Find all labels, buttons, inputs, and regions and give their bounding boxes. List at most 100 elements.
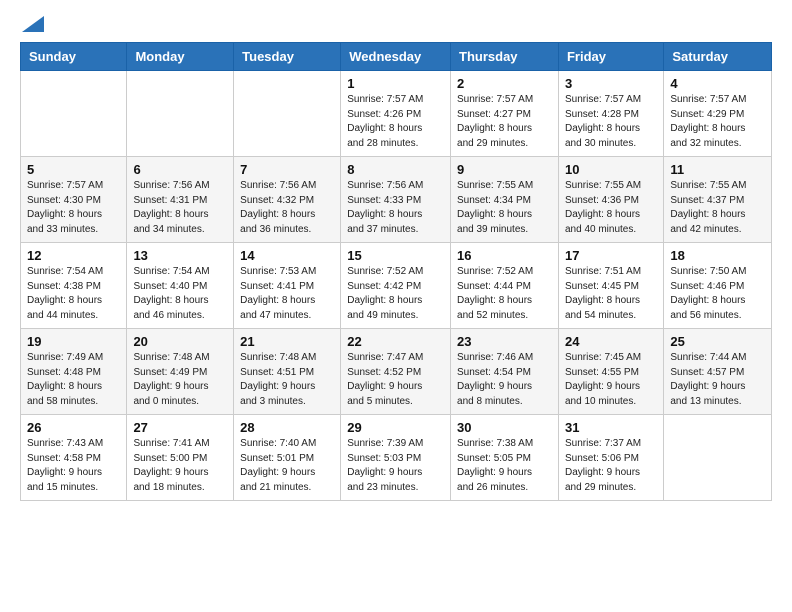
- day-number: 23: [457, 334, 552, 349]
- calendar-cell: 10 Sunrise: 7:55 AM Sunset: 4:36 PM Dayli…: [558, 157, 663, 243]
- day-number: 17: [565, 248, 657, 263]
- day-number: 15: [347, 248, 444, 263]
- day-info: Sunrise: 7:56 AM Sunset: 4:33 PM Dayligh…: [347, 179, 444, 237]
- day-number: 31: [565, 420, 657, 435]
- day-info: Sunrise: 7:50 AM Sunset: 4:46 PM Dayligh…: [670, 265, 765, 323]
- day-number: 4: [670, 76, 765, 91]
- day-info: Sunrise: 7:49 AM Sunset: 4:48 PM Dayligh…: [27, 351, 120, 409]
- day-info: Sunrise: 7:55 AM Sunset: 4:36 PM Dayligh…: [565, 179, 657, 237]
- calendar-cell: 13 Sunrise: 7:54 AM Sunset: 4:40 PM Dayli…: [127, 243, 234, 329]
- day-info: Sunrise: 7:39 AM Sunset: 5:03 PM Dayligh…: [347, 437, 444, 495]
- day-info: Sunrise: 7:57 AM Sunset: 4:29 PM Dayligh…: [670, 93, 765, 151]
- calendar-cell: 27 Sunrise: 7:41 AM Sunset: 5:00 PM Dayli…: [127, 415, 234, 501]
- day-number: 26: [27, 420, 120, 435]
- day-number: 19: [27, 334, 120, 349]
- calendar-cell: 31 Sunrise: 7:37 AM Sunset: 5:06 PM Dayli…: [558, 415, 663, 501]
- day-info: Sunrise: 7:45 AM Sunset: 4:55 PM Dayligh…: [565, 351, 657, 409]
- calendar-cell: 19 Sunrise: 7:49 AM Sunset: 4:48 PM Dayli…: [21, 329, 127, 415]
- day-number: 1: [347, 76, 444, 91]
- calendar-cell: [234, 71, 341, 157]
- day-number: 21: [240, 334, 334, 349]
- day-info: Sunrise: 7:52 AM Sunset: 4:42 PM Dayligh…: [347, 265, 444, 323]
- logo: [20, 16, 44, 32]
- day-info: Sunrise: 7:51 AM Sunset: 4:45 PM Dayligh…: [565, 265, 657, 323]
- calendar-week-row: 26 Sunrise: 7:43 AM Sunset: 4:58 PM Dayli…: [21, 415, 772, 501]
- weekday-header-friday: Friday: [558, 43, 663, 71]
- day-number: 12: [27, 248, 120, 263]
- calendar-cell: 26 Sunrise: 7:43 AM Sunset: 4:58 PM Dayli…: [21, 415, 127, 501]
- day-number: 11: [670, 162, 765, 177]
- day-info: Sunrise: 7:48 AM Sunset: 4:49 PM Dayligh…: [133, 351, 227, 409]
- day-info: Sunrise: 7:52 AM Sunset: 4:44 PM Dayligh…: [457, 265, 552, 323]
- calendar-cell: 29 Sunrise: 7:39 AM Sunset: 5:03 PM Dayli…: [341, 415, 451, 501]
- calendar-header-row: SundayMondayTuesdayWednesdayThursdayFrid…: [21, 43, 772, 71]
- calendar-cell: 6Sunrise: 7:56 AM Sunset: 4:31 PM Daylig…: [127, 157, 234, 243]
- day-info: Sunrise: 7:37 AM Sunset: 5:06 PM Dayligh…: [565, 437, 657, 495]
- calendar-week-row: 1 Sunrise: 7:57 AM Sunset: 4:26 PM Daylig…: [21, 71, 772, 157]
- day-number: 13: [133, 248, 227, 263]
- calendar-cell: 20 Sunrise: 7:48 AM Sunset: 4:49 PM Dayli…: [127, 329, 234, 415]
- weekday-header-monday: Monday: [127, 43, 234, 71]
- day-number: 24: [565, 334, 657, 349]
- calendar-cell: 25 Sunrise: 7:44 AM Sunset: 4:57 PM Dayli…: [664, 329, 772, 415]
- weekday-header-tuesday: Tuesday: [234, 43, 341, 71]
- day-number: 2: [457, 76, 552, 91]
- day-number: 22: [347, 334, 444, 349]
- day-number: 14: [240, 248, 334, 263]
- calendar-cell: 14 Sunrise: 7:53 AM Sunset: 4:41 PM Dayli…: [234, 243, 341, 329]
- calendar-cell: [127, 71, 234, 157]
- calendar-cell: 12 Sunrise: 7:54 AM Sunset: 4:38 PM Dayli…: [21, 243, 127, 329]
- day-info: Sunrise: 7:56 AM Sunset: 4:32 PM Dayligh…: [240, 179, 334, 237]
- day-info: Sunrise: 7:57 AM Sunset: 4:30 PM Dayligh…: [27, 179, 120, 237]
- calendar-cell: 9 Sunrise: 7:55 AM Sunset: 4:34 PM Daylig…: [451, 157, 559, 243]
- day-number: 28: [240, 420, 334, 435]
- calendar-cell: 7Sunrise: 7:56 AM Sunset: 4:32 PM Daylig…: [234, 157, 341, 243]
- day-info: Sunrise: 7:43 AM Sunset: 4:58 PM Dayligh…: [27, 437, 120, 495]
- day-info: Sunrise: 7:41 AM Sunset: 5:00 PM Dayligh…: [133, 437, 227, 495]
- day-number: 10: [565, 162, 657, 177]
- weekday-header-wednesday: Wednesday: [341, 43, 451, 71]
- calendar-cell: 22Sunrise: 7:47 AM Sunset: 4:52 PM Dayli…: [341, 329, 451, 415]
- calendar-cell: 5 Sunrise: 7:57 AM Sunset: 4:30 PM Daylig…: [21, 157, 127, 243]
- day-info: Sunrise: 7:40 AM Sunset: 5:01 PM Dayligh…: [240, 437, 334, 495]
- day-number: 27: [133, 420, 227, 435]
- calendar-table: SundayMondayTuesdayWednesdayThursdayFrid…: [20, 42, 772, 501]
- calendar-cell: 23 Sunrise: 7:46 AM Sunset: 4:54 PM Dayli…: [451, 329, 559, 415]
- day-info: Sunrise: 7:53 AM Sunset: 4:41 PM Dayligh…: [240, 265, 334, 323]
- page: SundayMondayTuesdayWednesdayThursdayFrid…: [0, 0, 792, 521]
- calendar-cell: 28 Sunrise: 7:40 AM Sunset: 5:01 PM Dayli…: [234, 415, 341, 501]
- day-info: Sunrise: 7:55 AM Sunset: 4:34 PM Dayligh…: [457, 179, 552, 237]
- day-number: 9: [457, 162, 552, 177]
- calendar-cell: [21, 71, 127, 157]
- day-number: 5: [27, 162, 120, 177]
- day-info: Sunrise: 7:57 AM Sunset: 4:28 PM Dayligh…: [565, 93, 657, 151]
- day-number: 6: [133, 162, 227, 177]
- day-number: 25: [670, 334, 765, 349]
- day-info: Sunrise: 7:54 AM Sunset: 4:38 PM Dayligh…: [27, 265, 120, 323]
- calendar-week-row: 5 Sunrise: 7:57 AM Sunset: 4:30 PM Daylig…: [21, 157, 772, 243]
- calendar-cell: 30Sunrise: 7:38 AM Sunset: 5:05 PM Dayli…: [451, 415, 559, 501]
- calendar-cell: 11 Sunrise: 7:55 AM Sunset: 4:37 PM Dayli…: [664, 157, 772, 243]
- day-info: Sunrise: 7:57 AM Sunset: 4:26 PM Dayligh…: [347, 93, 444, 151]
- day-number: 8: [347, 162, 444, 177]
- day-number: 16: [457, 248, 552, 263]
- calendar-cell: [664, 415, 772, 501]
- day-info: Sunrise: 7:57 AM Sunset: 4:27 PM Dayligh…: [457, 93, 552, 151]
- calendar-cell: 18 Sunrise: 7:50 AM Sunset: 4:46 PM Dayli…: [664, 243, 772, 329]
- day-number: 3: [565, 76, 657, 91]
- weekday-header-thursday: Thursday: [451, 43, 559, 71]
- day-number: 20: [133, 334, 227, 349]
- day-info: Sunrise: 7:46 AM Sunset: 4:54 PM Dayligh…: [457, 351, 552, 409]
- weekday-header-sunday: Sunday: [21, 43, 127, 71]
- calendar-cell: 2 Sunrise: 7:57 AM Sunset: 4:27 PM Daylig…: [451, 71, 559, 157]
- day-number: 29: [347, 420, 444, 435]
- day-number: 18: [670, 248, 765, 263]
- day-info: Sunrise: 7:54 AM Sunset: 4:40 PM Dayligh…: [133, 265, 227, 323]
- calendar-cell: 16 Sunrise: 7:52 AM Sunset: 4:44 PM Dayli…: [451, 243, 559, 329]
- day-info: Sunrise: 7:48 AM Sunset: 4:51 PM Dayligh…: [240, 351, 334, 409]
- day-info: Sunrise: 7:55 AM Sunset: 4:37 PM Dayligh…: [670, 179, 765, 237]
- calendar-cell: 21 Sunrise: 7:48 AM Sunset: 4:51 PM Dayli…: [234, 329, 341, 415]
- day-info: Sunrise: 7:44 AM Sunset: 4:57 PM Dayligh…: [670, 351, 765, 409]
- calendar-cell: 15 Sunrise: 7:52 AM Sunset: 4:42 PM Dayli…: [341, 243, 451, 329]
- header: [20, 16, 772, 32]
